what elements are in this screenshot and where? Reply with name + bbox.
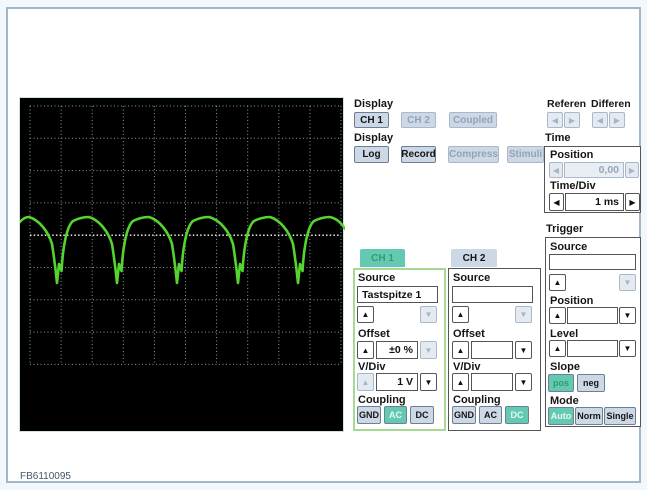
ch1-source-field[interactable]: Tastspitze 1 — [357, 286, 438, 303]
timediv-decrease-button[interactable]: ◀ — [549, 193, 564, 211]
ch1-offset-down-button[interactable]: ▼ — [420, 341, 437, 359]
trigger-slope-label: Slope — [550, 361, 580, 373]
trigger-level-up-button[interactable]: ▲ — [549, 340, 566, 357]
waveform-plot — [20, 105, 345, 365]
ch1-source-down-button[interactable]: ▼ — [420, 306, 437, 323]
differen-next-button[interactable]: ▶ — [609, 112, 625, 128]
time-position-increase-button[interactable]: ▶ — [625, 162, 639, 178]
display-section-title: Display — [354, 98, 394, 110]
display-mode-section-title: Display — [354, 132, 394, 144]
ch1-coupling-gnd-button[interactable]: GND — [357, 406, 381, 424]
figure-code-label: FB6110095 — [20, 471, 71, 482]
display-coupled-button[interactable]: Coupled — [449, 112, 497, 128]
ch2-source-field[interactable] — [452, 286, 533, 303]
ch1-vdiv-down-button[interactable]: ▼ — [420, 373, 437, 391]
log-button[interactable]: Log — [354, 146, 389, 163]
slope-neg-button[interactable]: neg — [577, 374, 605, 392]
trigger-status-label: Trigger: — [247, 455, 283, 466]
time-position-decrease-button[interactable]: ◀ — [549, 162, 563, 178]
ch2-offset-down-button[interactable]: ▼ — [515, 341, 532, 359]
trigger-position-label: Position — [550, 295, 594, 307]
ch2-vdiv-label: V/Div — [453, 361, 481, 373]
app-window: Trigger: Auto Display CH 1 CH 2 Coupled … — [6, 7, 641, 483]
trigger-source-label: Source — [550, 241, 588, 253]
slope-pos-button[interactable]: pos — [548, 374, 574, 392]
trigger-source-field[interactable] — [549, 254, 636, 270]
ch2-offset-field[interactable] — [471, 341, 513, 359]
trigger-section-title: Trigger — [546, 223, 584, 235]
mode-auto-button[interactable]: Auto — [548, 407, 574, 425]
ch2-source-label: Source — [453, 272, 491, 284]
ch2-coupling-label: Coupling — [453, 394, 501, 406]
ch1-vdiv-field[interactable]: 1 V — [376, 373, 418, 391]
ch1-offset-up-button[interactable]: ▲ — [357, 341, 374, 359]
ch2-source-up-button[interactable]: ▲ — [452, 306, 469, 323]
differen-label: Differen — [591, 98, 631, 110]
referen-next-button[interactable]: ▶ — [564, 112, 580, 128]
compress-button[interactable]: Compress — [448, 146, 499, 163]
ch2-vdiv-down-button[interactable]: ▼ — [515, 373, 532, 391]
trigger-status-value: Auto — [297, 455, 319, 466]
trigger-source-up-button[interactable]: ▲ — [549, 274, 566, 291]
mode-single-button[interactable]: Single — [604, 407, 636, 425]
trigger-position-up-button[interactable]: ▲ — [549, 307, 566, 324]
tab-ch2[interactable]: CH 2 — [451, 249, 497, 267]
ch1-source-label: Source — [358, 272, 396, 284]
trigger-mode-label: Mode — [550, 395, 579, 407]
ch1-vdiv-up-button[interactable]: ▲ — [357, 373, 374, 391]
ch2-coupling-dc-button[interactable]: DC — [505, 406, 529, 424]
timediv-field[interactable]: 1 ms — [565, 193, 624, 211]
ch1-coupling-ac-button[interactable]: AC — [384, 406, 407, 424]
time-position-label: Position — [550, 149, 594, 161]
timediv-increase-button[interactable]: ▶ — [625, 193, 640, 211]
referen-label: Referen — [547, 98, 587, 110]
ch1-source-up-button[interactable]: ▲ — [357, 306, 374, 323]
ch1-offset-label: Offset — [358, 328, 390, 340]
display-ch2-button[interactable]: CH 2 — [401, 112, 436, 128]
ch2-coupling-ac-button[interactable]: AC — [479, 406, 502, 424]
ch1-coupling-dc-button[interactable]: DC — [410, 406, 434, 424]
ch2-offset-label: Offset — [453, 328, 485, 340]
differen-prev-button[interactable]: ◀ — [592, 112, 608, 128]
oscilloscope-display: Trigger: Auto — [19, 97, 345, 466]
stimuli-button[interactable]: Stimuli — [507, 146, 544, 163]
trigger-level-down-button[interactable]: ▼ — [619, 340, 636, 357]
trigger-level-label: Level — [550, 328, 579, 340]
trigger-level-field[interactable] — [567, 340, 618, 357]
referen-prev-button[interactable]: ◀ — [547, 112, 563, 128]
trigger-source-down-button[interactable]: ▼ — [619, 274, 636, 291]
ch1-vdiv-label: V/Div — [358, 361, 386, 373]
ch2-coupling-gnd-button[interactable]: GND — [452, 406, 476, 424]
tab-ch1[interactable]: CH 1 — [360, 249, 405, 267]
mode-norm-button[interactable]: Norm — [575, 407, 603, 425]
trigger-position-down-button[interactable]: ▼ — [619, 307, 636, 324]
time-section-title: Time — [545, 132, 571, 144]
display-ch1-button[interactable]: CH 1 — [354, 112, 389, 128]
timediv-label: Time/Div — [550, 180, 596, 192]
ch2-vdiv-up-button[interactable]: ▲ — [452, 373, 469, 391]
ch2-source-down-button[interactable]: ▼ — [515, 306, 532, 323]
ch2-vdiv-field[interactable] — [471, 373, 513, 391]
ch2-offset-up-button[interactable]: ▲ — [452, 341, 469, 359]
ch1-offset-field[interactable]: ±0 % — [376, 341, 418, 359]
trigger-position-field[interactable] — [567, 307, 618, 324]
time-position-field[interactable]: 0,00 — [564, 162, 624, 178]
record-button[interactable]: Record — [401, 146, 436, 163]
ch1-coupling-label: Coupling — [358, 394, 406, 406]
